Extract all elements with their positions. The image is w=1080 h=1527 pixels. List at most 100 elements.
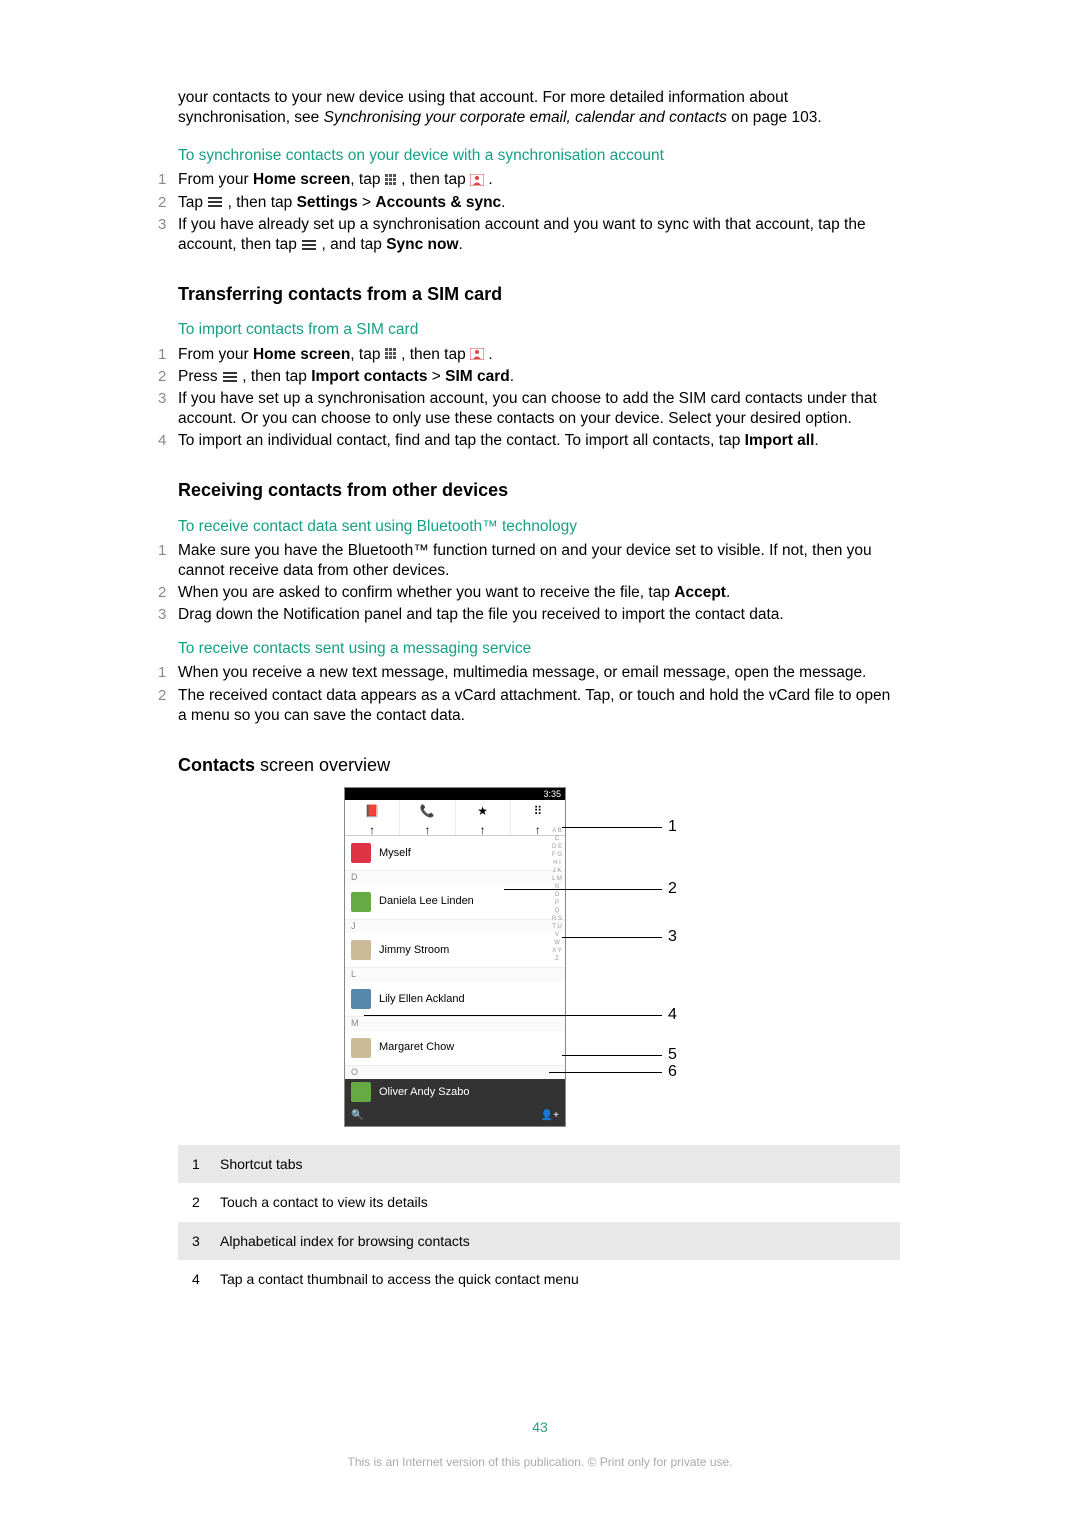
intro-text-em: Synchronising your corporate email, cale… (324, 109, 727, 126)
callout-6: 6 (549, 1062, 677, 1083)
t: , then tap (401, 171, 470, 188)
receive-bt-steps: 1Make sure you have the Bluetooth™ funct… (178, 541, 900, 626)
t: From your (178, 171, 253, 188)
step-number: 3 (158, 389, 178, 409)
t: Accept (674, 584, 726, 601)
legend-num: 3 (192, 1232, 220, 1250)
contact-name: Daniela Lee Linden (379, 894, 474, 908)
t: If you have already set up a synchronisa… (178, 216, 866, 253)
step-number: 1 (158, 663, 178, 683)
tab-phone-icon: 📞↑ (400, 800, 455, 835)
t: > (358, 194, 376, 211)
callout-number: 4 (668, 1005, 677, 1026)
step-body: Drag down the Notification panel and tap… (178, 605, 900, 625)
callout-legend: 1Shortcut tabs 2Touch a contact to view … (178, 1145, 900, 1298)
step-number: 1 (158, 345, 178, 365)
step-number: 4 (158, 431, 178, 451)
contact-name: Oliver Andy Szabo (379, 1085, 470, 1099)
sync-accounts-header: To synchronise contacts on your device w… (178, 146, 900, 166)
step-number: 1 (158, 170, 178, 190)
t: , and tap (322, 236, 387, 253)
t: , tap (350, 346, 384, 363)
phone-screenshot: 3:35 📕↑ 📞↑ ★↑ ⠿↑ Myself D Daniela Lee Li… (344, 787, 566, 1127)
up-arrow-icon: ↑ (456, 823, 510, 831)
legend-num: 2 (192, 1193, 220, 1211)
sim-import-steps: 1 From your Home screen, tap , then tap … (178, 345, 900, 452)
step-number: 2 (158, 367, 178, 387)
step-body: Tap , then tap Settings > Accounts & syn… (178, 193, 900, 213)
t: . (501, 194, 505, 211)
index-separator: O (345, 1066, 565, 1080)
step-number: 1 (158, 541, 178, 561)
step-body: From your Home screen, tap , then tap . (178, 345, 900, 365)
step-body: If you have already set up a synchronisa… (178, 215, 900, 255)
search-icon: 🔍 (351, 1109, 363, 1122)
sim-import-header: To import contacts from a SIM card (178, 320, 900, 340)
legend-text: Touch a contact to view its details (220, 1193, 886, 1211)
status-time: 3:35 (543, 789, 561, 799)
t: Settings (297, 194, 358, 211)
callout-number: 1 (668, 817, 677, 838)
receive-bt-header: To receive contact data sent using Bluet… (178, 517, 900, 537)
step-body: To import an individual contact, find an… (178, 431, 900, 451)
bottom-bar: 🔍 👤+ (345, 1105, 565, 1126)
contacts-screenshot-figure: 3:35 📕↑ 📞↑ ★↑ ⠿↑ Myself D Daniela Lee Li… (344, 787, 734, 1127)
callout-1: 1 (562, 817, 677, 838)
step-number: 2 (158, 686, 178, 706)
contact-name: Jimmy Stroom (379, 943, 449, 957)
sim-transfer-title: Transferring contacts from a SIM card (178, 283, 900, 306)
index-separator: J (345, 920, 565, 934)
t: Press (178, 368, 222, 385)
t: From your (178, 346, 253, 363)
tab-favorites-icon: ★↑ (456, 800, 511, 835)
callout-number: 2 (668, 879, 677, 900)
avatar (351, 892, 371, 912)
step-body: When you receive a new text message, mul… (178, 663, 900, 683)
t: , tap (350, 171, 384, 188)
index-separator: L (345, 968, 565, 982)
callout-4: 4 (364, 1005, 677, 1026)
legend-row: 2Touch a contact to view its details (178, 1183, 900, 1221)
legend-num: 4 (192, 1270, 220, 1288)
t: > (427, 368, 445, 385)
contacts-overview-title: Contacts screen overview (178, 754, 900, 777)
menu-icon (207, 197, 223, 207)
intro-text-b: on page 103. (727, 109, 822, 126)
t: . (510, 368, 514, 385)
legend-row: 3Alphabetical index for browsing contact… (178, 1222, 900, 1260)
legend-row: 1Shortcut tabs (178, 1145, 900, 1183)
contact-name: Myself (379, 846, 411, 860)
contact-row: Margaret Chow (345, 1031, 565, 1066)
step-number: 3 (158, 605, 178, 625)
status-bar: 3:35 (345, 788, 565, 800)
t: Contacts (178, 755, 255, 775)
t: , then tap (242, 368, 311, 385)
callout-number: 6 (668, 1062, 677, 1083)
t: Import contacts (311, 368, 427, 385)
up-arrow-icon: ↑ (345, 823, 399, 831)
contact-name: Lily Ellen Ackland (379, 992, 465, 1006)
legend-text: Tap a contact thumbnail to access the qu… (220, 1270, 886, 1288)
legend-text: Shortcut tabs (220, 1155, 886, 1173)
t: Accounts & sync (375, 194, 501, 211)
t: , then tap (228, 194, 297, 211)
contact-row: Jimmy Stroom (345, 933, 565, 968)
avatar (351, 1038, 371, 1058)
t: When you are asked to confirm whether yo… (178, 584, 674, 601)
receive-msg-header: To receive contacts sent using a messagi… (178, 639, 900, 659)
step-body: When you are asked to confirm whether yo… (178, 583, 900, 603)
receive-msg-steps: 1When you receive a new text message, mu… (178, 663, 900, 725)
manual-page: your contacts to your new device using t… (0, 0, 1080, 1527)
step-body: The received contact data appears as a v… (178, 686, 900, 726)
t: screen overview (255, 755, 390, 775)
myself-row: Myself (345, 836, 565, 871)
page-number: 43 (0, 1419, 1080, 1435)
avatar (351, 843, 371, 863)
copyright-text: This is an Internet version of this publ… (0, 1455, 1080, 1469)
sync-accounts-steps: 1 From your Home screen, tap , then tap … (178, 170, 900, 255)
t: . (488, 346, 492, 363)
step-body: Make sure you have the Bluetooth™ functi… (178, 541, 900, 581)
step-body: Press , then tap Import contacts > SIM c… (178, 367, 900, 387)
legend-text: Alphabetical index for browsing contacts (220, 1232, 886, 1250)
page-footer: 43 This is an Internet version of this p… (0, 1419, 1080, 1469)
